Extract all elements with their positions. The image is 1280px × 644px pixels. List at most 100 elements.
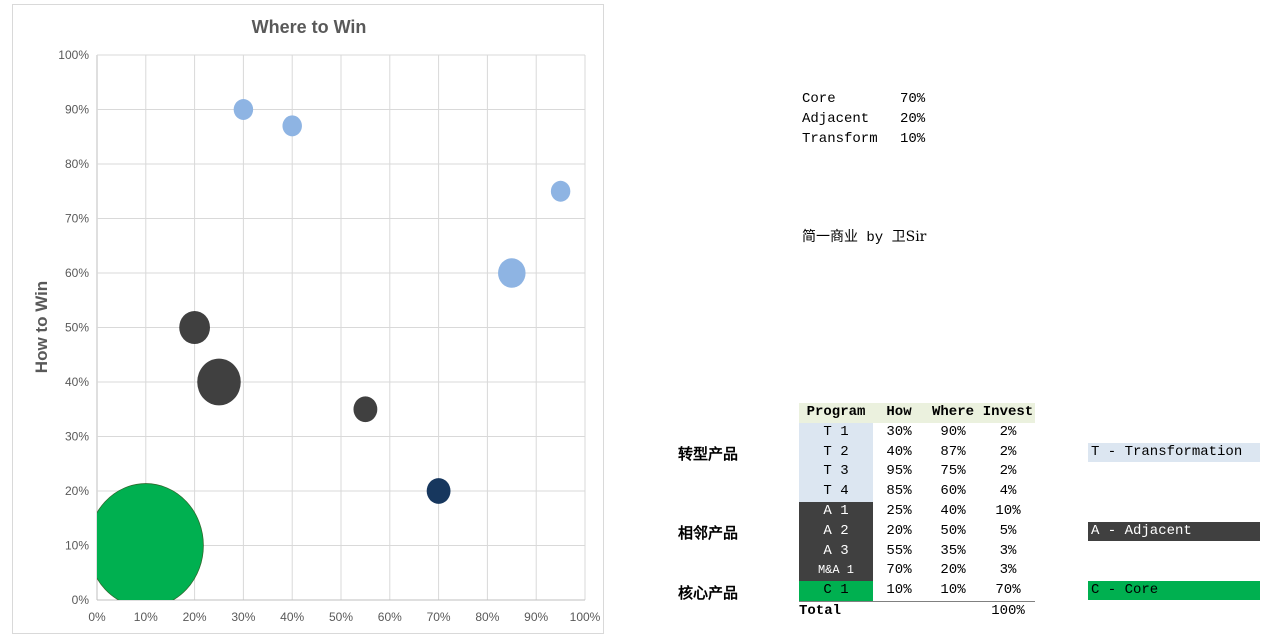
bubble-c-1[interactable] — [88, 483, 204, 608]
legend-adjacent: A - Adjacent — [1088, 522, 1260, 541]
bubble-t-3[interactable] — [550, 180, 571, 202]
cell-invest[interactable]: 5% — [981, 522, 1035, 542]
cell-invest[interactable]: 3% — [981, 542, 1035, 562]
cell-where[interactable]: 60% — [925, 482, 981, 502]
credit-text: 简一商业 by 卫Sir — [802, 226, 926, 246]
y-tick-label: 80% — [65, 157, 89, 171]
table-row: A 3 55% 35% 3% — [799, 541, 1035, 562]
y-tick-label: 30% — [65, 430, 89, 444]
cell-where[interactable]: 87% — [925, 443, 981, 463]
cell-how[interactable]: 10% — [873, 581, 925, 601]
x-tick-label: 10% — [134, 610, 158, 624]
y-tick-label: 0% — [72, 593, 90, 607]
table-row: T 1 30% 90% 2% — [799, 422, 1035, 443]
cell-where[interactable]: 75% — [925, 462, 981, 482]
cell-program[interactable]: A 2 — [799, 521, 873, 542]
cell-how[interactable]: 30% — [873, 423, 925, 443]
cell-how[interactable]: 85% — [873, 482, 925, 502]
cell-how[interactable]: 70% — [873, 561, 925, 581]
y-tick-label: 40% — [65, 375, 89, 389]
y-tick-label: 70% — [65, 212, 89, 226]
cell-program[interactable]: T 2 — [799, 442, 873, 463]
x-tick-label: 90% — [524, 610, 548, 624]
cell-invest[interactable]: 2% — [981, 462, 1035, 482]
credit-name: 卫Sir — [891, 229, 927, 245]
summary-row: Transform 10% — [802, 129, 925, 149]
program-table: Program How Where Invest T 1 30% 90% 2% T 24… — [799, 403, 1035, 622]
bubble-chart: Where to Win 0% 10% 20% 30% 40% 50% 60% 70% 80% 9… — [32, 17, 601, 624]
x-tick-label: 30% — [231, 610, 255, 624]
y-tick-label: 10% — [65, 539, 89, 553]
x-tick-label: 70% — [427, 610, 451, 624]
cell-program[interactable]: A 3 — [799, 541, 873, 562]
cell-where[interactable]: 50% — [925, 522, 981, 542]
y-tick-label: 50% — [65, 321, 89, 335]
cell-program[interactable]: T 3 — [799, 462, 873, 483]
summary-row: Core 70% — [802, 89, 925, 109]
cell-program[interactable]: T 4 — [799, 482, 873, 502]
x-tick-label: 40% — [280, 610, 304, 624]
cell-where[interactable]: 40% — [925, 502, 981, 522]
x-tick-label: 50% — [329, 610, 353, 624]
group-label-adjacent: 相邻产品 — [678, 524, 739, 542]
cell-program[interactable]: M&A 1 — [799, 561, 873, 582]
group-label-transform: 转型产品 — [678, 445, 739, 463]
cell-invest[interactable]: 4% — [981, 482, 1035, 502]
bubble-t-2[interactable] — [282, 115, 302, 137]
cell-how[interactable]: 40% — [873, 443, 925, 463]
cell-invest[interactable]: 10% — [981, 502, 1035, 522]
table-row: A 1 25% 40% 10% — [799, 501, 1035, 522]
y-axis-title: How to Win — [32, 281, 51, 373]
cell-where[interactable]: 20% — [925, 561, 981, 581]
table-row: M&A 1 70% 20% 3% — [799, 561, 1035, 582]
legend-core: C - Core — [1088, 581, 1260, 600]
credit-cn: 简一商业 — [802, 229, 858, 245]
cell-invest[interactable]: 70% — [981, 581, 1035, 601]
cell-program[interactable]: T 1 — [799, 422, 873, 443]
header-where[interactable]: Where — [925, 403, 981, 423]
bubbles — [88, 99, 571, 608]
credit-by: by — [858, 230, 892, 246]
bubble-a-3[interactable] — [353, 396, 378, 423]
bubble-t-4[interactable] — [498, 258, 526, 288]
cell-where[interactable]: 10% — [925, 581, 981, 601]
summary-row: Adjacent 20% — [802, 109, 925, 129]
cell-invest[interactable]: 2% — [981, 423, 1035, 443]
cell-how[interactable]: 20% — [873, 522, 925, 542]
cell-program[interactable]: A 1 — [799, 501, 873, 522]
bubble-a-2[interactable] — [179, 310, 210, 345]
summary-value: 70% — [900, 91, 926, 107]
group-label-core: 核心产品 — [678, 584, 739, 602]
bubble-t-1[interactable] — [233, 99, 254, 120]
x-tick-label: 80% — [475, 610, 499, 624]
table-row: C 1 10% 10% 70% — [799, 581, 1035, 602]
chart-title: Where to Win — [252, 17, 367, 37]
header-program[interactable]: Program — [799, 403, 873, 423]
table-row: A 2 20% 50% 5% — [799, 521, 1035, 542]
cell-how[interactable]: 95% — [873, 462, 925, 482]
bubble-a-1[interactable] — [197, 358, 241, 406]
cell-how[interactable]: 55% — [873, 542, 925, 562]
summary-label: Adjacent — [802, 111, 870, 127]
total-value: 100% — [981, 600, 1035, 622]
cell-invest[interactable]: 3% — [981, 561, 1035, 581]
cell-where[interactable]: 35% — [925, 542, 981, 562]
header-invest[interactable]: Invest — [981, 403, 1035, 423]
chart-frame[interactable]: Where to Win 0% 10% 20% 30% 40% 50% 60% 70% 80% 9… — [12, 4, 604, 634]
y-tick-label: 20% — [65, 484, 89, 498]
x-tick-label: 100% — [570, 610, 601, 624]
y-tick-label: 100% — [58, 48, 89, 62]
cell-how[interactable]: 25% — [873, 502, 925, 522]
table-row: T 2 40% 87% 2% — [799, 442, 1035, 463]
cell-program[interactable]: C 1 — [799, 581, 873, 602]
cell-invest[interactable]: 2% — [981, 443, 1035, 463]
header-how[interactable]: How — [873, 403, 925, 423]
x-tick-label: 20% — [183, 610, 207, 624]
bubble-m-a-1[interactable] — [426, 478, 451, 504]
table-row: T 4 85% 60% 4% — [799, 482, 1035, 502]
summary-value: 10% — [900, 131, 926, 147]
total-spacer — [873, 600, 925, 622]
y-tick-label: 90% — [65, 103, 89, 117]
summary-list: Core 70% Adjacent 20% Transform 10% — [802, 89, 925, 149]
cell-where[interactable]: 90% — [925, 423, 981, 443]
